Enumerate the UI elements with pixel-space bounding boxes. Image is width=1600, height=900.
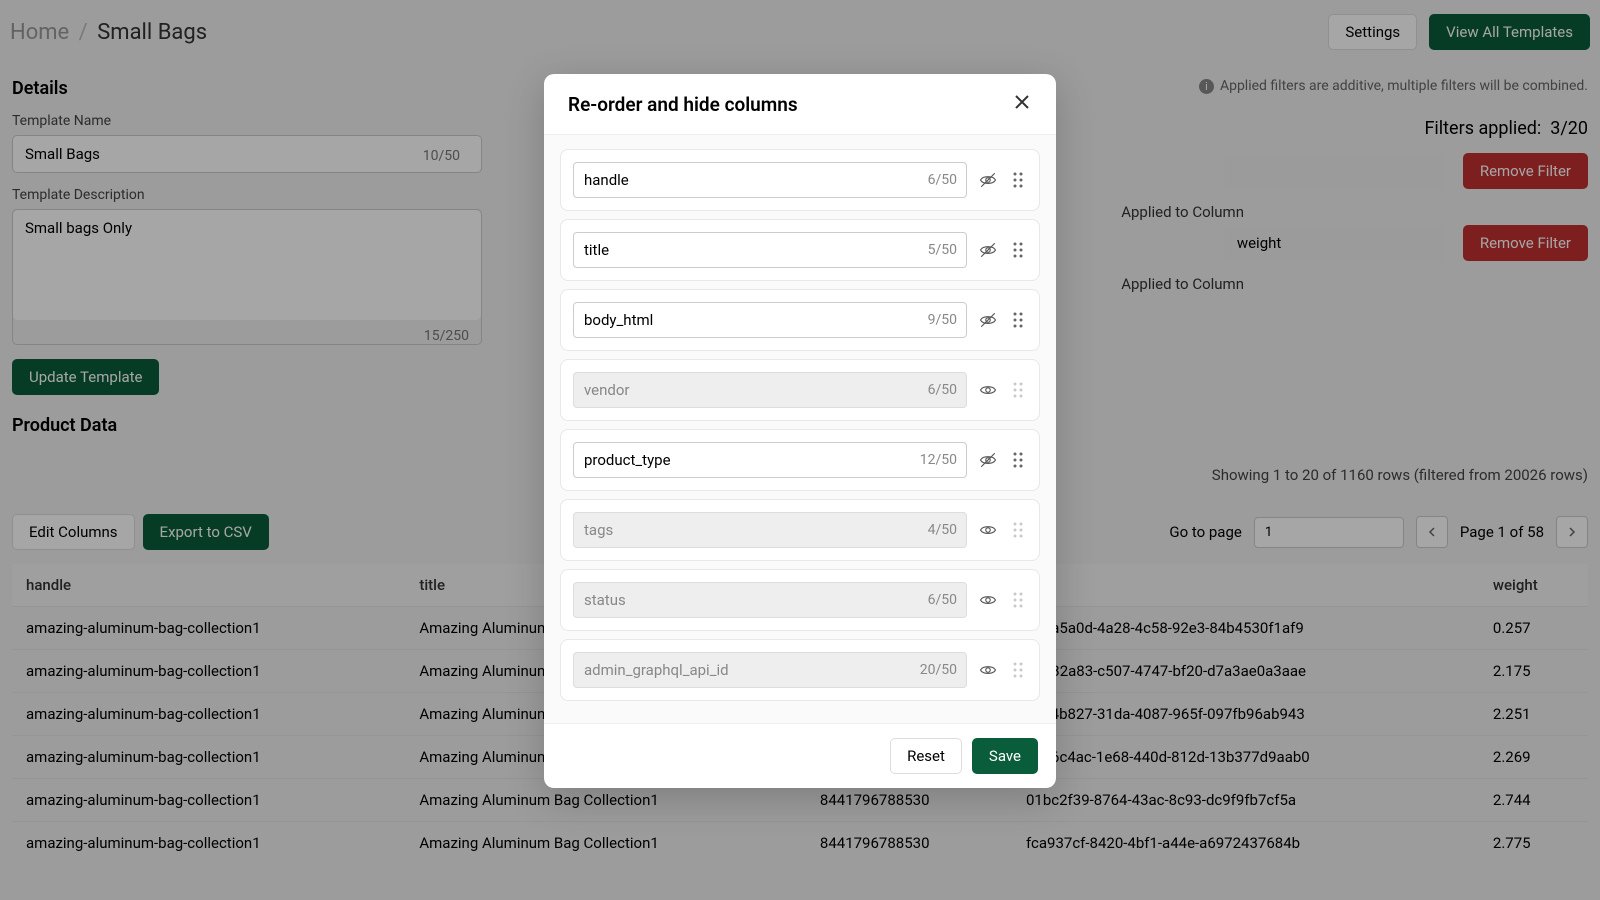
- column-name-input[interactable]: [573, 302, 967, 338]
- drag-handle[interactable]: [1009, 171, 1027, 189]
- column-name-input[interactable]: [573, 232, 967, 268]
- modal-header: Re-order and hide columns: [544, 74, 1056, 135]
- modal-footer: Reset Save: [544, 723, 1056, 788]
- reorder-columns-modal: Re-order and hide columns 6/50 5/50 9/50: [544, 74, 1056, 788]
- toggle-visibility-button[interactable]: [979, 591, 997, 609]
- column-char-count: 6/50: [928, 592, 957, 608]
- column-config-row: 6/50: [560, 359, 1040, 421]
- modal-overlay[interactable]: Re-order and hide columns 6/50 5/50 9/50: [0, 0, 1600, 900]
- column-char-count: 20/50: [920, 662, 957, 678]
- column-config-row: 6/50: [560, 149, 1040, 211]
- column-name-wrap: 9/50: [573, 302, 967, 338]
- toggle-visibility-button[interactable]: [979, 311, 997, 329]
- toggle-visibility-button[interactable]: [979, 451, 997, 469]
- column-char-count: 6/50: [928, 382, 957, 398]
- column-char-count: 9/50: [928, 312, 957, 328]
- drag-handle-icon: [1012, 381, 1024, 399]
- column-name-input: [573, 582, 967, 618]
- column-name-wrap: 6/50: [573, 582, 967, 618]
- column-config-row: 20/50: [560, 639, 1040, 701]
- column-char-count: 4/50: [928, 522, 957, 538]
- column-name-wrap: 20/50: [573, 652, 967, 688]
- eye-off-icon: [979, 171, 997, 189]
- drag-handle: [1009, 381, 1027, 399]
- column-char-count: 6/50: [928, 172, 957, 188]
- drag-handle-icon: [1012, 521, 1024, 539]
- column-name-wrap: 12/50: [573, 442, 967, 478]
- column-name-input[interactable]: [573, 162, 967, 198]
- eye-icon: [979, 521, 997, 539]
- column-name-input[interactable]: [573, 442, 967, 478]
- drag-handle-icon: [1012, 661, 1024, 679]
- drag-handle[interactable]: [1009, 241, 1027, 259]
- drag-handle[interactable]: [1009, 451, 1027, 469]
- drag-handle-icon: [1012, 591, 1024, 609]
- column-name-input: [573, 512, 967, 548]
- column-config-row: 9/50: [560, 289, 1040, 351]
- drag-handle-icon: [1012, 171, 1024, 189]
- column-char-count: 5/50: [928, 242, 957, 258]
- drag-handle-icon: [1012, 311, 1024, 329]
- column-config-row: 4/50: [560, 499, 1040, 561]
- column-config-row: 5/50: [560, 219, 1040, 281]
- toggle-visibility-button[interactable]: [979, 661, 997, 679]
- drag-handle-icon: [1012, 451, 1024, 469]
- drag-handle-icon: [1012, 241, 1024, 259]
- eye-off-icon: [979, 241, 997, 259]
- column-name-wrap: 6/50: [573, 162, 967, 198]
- save-button[interactable]: Save: [972, 738, 1038, 774]
- toggle-visibility-button[interactable]: [979, 171, 997, 189]
- eye-off-icon: [979, 311, 997, 329]
- column-name-input: [573, 652, 967, 688]
- drag-handle: [1009, 591, 1027, 609]
- eye-icon: [979, 591, 997, 609]
- column-name-wrap: 5/50: [573, 232, 967, 268]
- toggle-visibility-button[interactable]: [979, 521, 997, 539]
- toggle-visibility-button[interactable]: [979, 381, 997, 399]
- eye-off-icon: [979, 451, 997, 469]
- modal-close-button[interactable]: [1012, 92, 1032, 116]
- drag-handle: [1009, 661, 1027, 679]
- modal-title: Re-order and hide columns: [568, 93, 798, 116]
- close-icon: [1012, 92, 1032, 112]
- modal-body: 6/50 5/50 9/50 6/50 12/50: [544, 135, 1056, 723]
- column-name-wrap: 4/50: [573, 512, 967, 548]
- toggle-visibility-button[interactable]: [979, 241, 997, 259]
- eye-icon: [979, 381, 997, 399]
- reset-button[interactable]: Reset: [890, 738, 962, 774]
- column-config-row: 6/50: [560, 569, 1040, 631]
- column-name-wrap: 6/50: [573, 372, 967, 408]
- eye-icon: [979, 661, 997, 679]
- drag-handle[interactable]: [1009, 311, 1027, 329]
- drag-handle: [1009, 521, 1027, 539]
- column-char-count: 12/50: [920, 452, 957, 468]
- column-config-row: 12/50: [560, 429, 1040, 491]
- column-name-input: [573, 372, 967, 408]
